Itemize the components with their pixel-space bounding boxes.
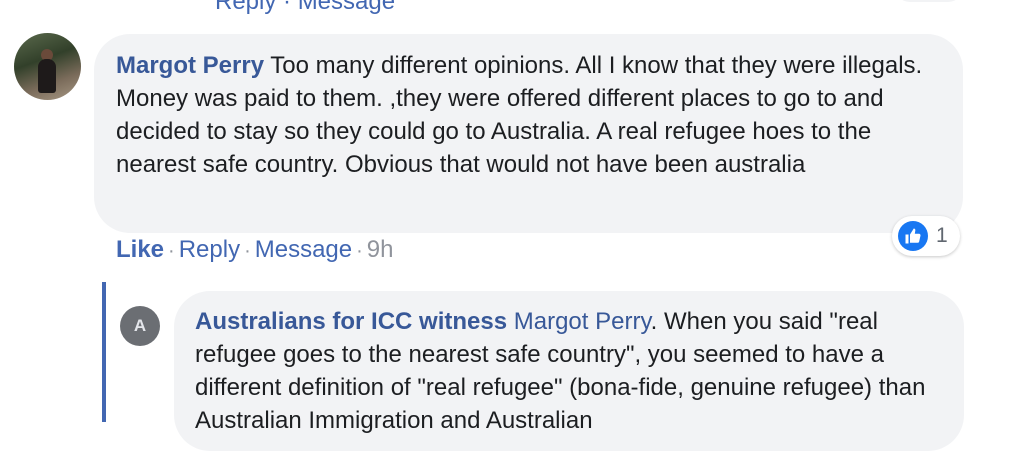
comment-actions: Like · Reply · Message · 9h: [116, 236, 394, 264]
like-link[interactable]: Like: [116, 236, 164, 263]
comment-body: Margot Perry Too many different opinions…: [116, 49, 956, 181]
reaction-summary[interactable]: 1: [892, 216, 960, 256]
message-link[interactable]: Message: [255, 236, 352, 263]
reply-avatar[interactable]: A: [120, 306, 160, 346]
thumbs-up-icon: [905, 228, 921, 244]
separator: ·: [168, 240, 175, 262]
reply-thread-line: [102, 282, 106, 422]
previous-comment-actions[interactable]: Reply · Message: [215, 0, 395, 16]
avatar[interactable]: [14, 33, 81, 100]
separator: ·: [356, 240, 363, 262]
comment-author[interactable]: Margot Perry: [116, 52, 264, 79]
reply-link[interactable]: Reply: [179, 236, 240, 263]
reaction-count: 1: [936, 224, 948, 247]
previous-reaction-edge: [894, 0, 964, 2]
separator: ·: [244, 240, 251, 262]
timestamp[interactable]: 9h: [367, 236, 394, 263]
like-reaction-icon: [898, 221, 928, 251]
reply-body: Australians for ICC witness Margot Perry…: [195, 305, 955, 437]
avatar-figure: [38, 59, 56, 93]
reply-author[interactable]: Australians for ICC witness: [195, 308, 507, 335]
reply-mention[interactable]: Margot Perry: [514, 308, 651, 335]
